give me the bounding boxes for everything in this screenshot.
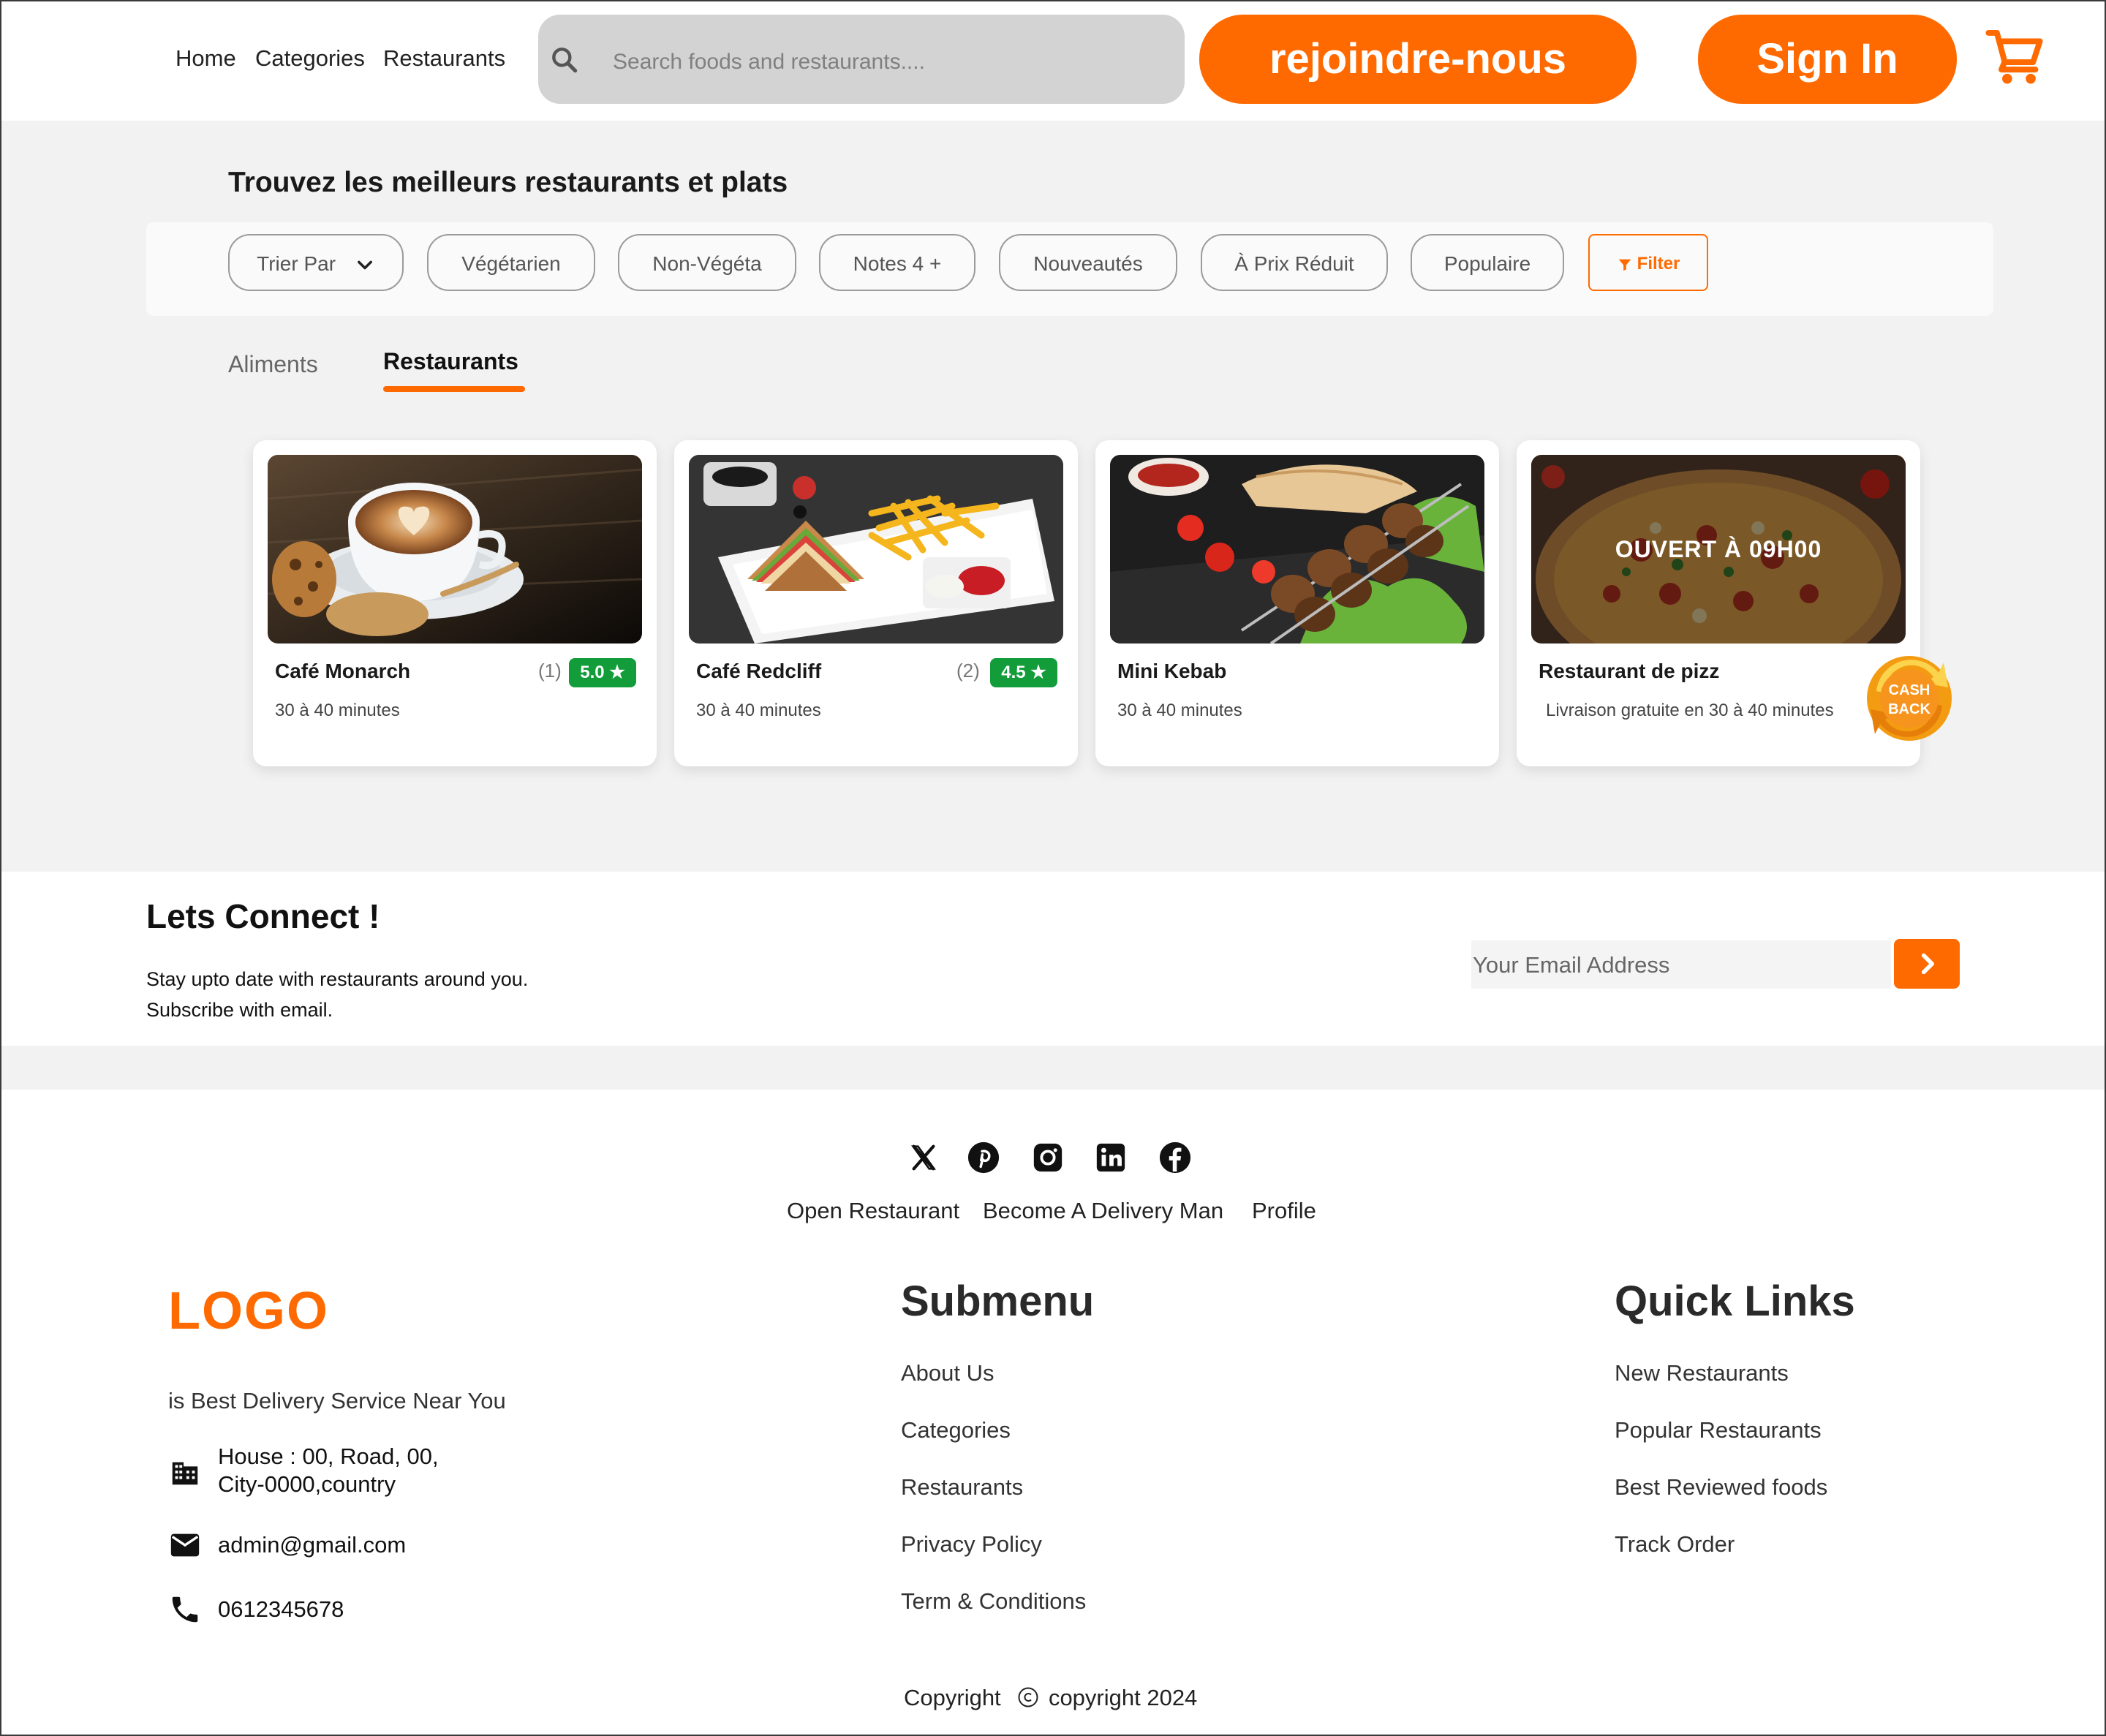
restaurant-photo-sandwich bbox=[689, 455, 1063, 644]
x-icon[interactable] bbox=[907, 1141, 940, 1174]
nav-restaurants[interactable]: Restaurants bbox=[383, 45, 505, 72]
phone-icon bbox=[172, 1596, 198, 1623]
restaurant-photo-kebab bbox=[1110, 455, 1484, 644]
logo[interactable]: LOGO bbox=[168, 1281, 329, 1341]
copyright-icon bbox=[1018, 1687, 1038, 1707]
restaurant-photo-coffee bbox=[268, 455, 642, 644]
restaurant-name: Café Redcliff bbox=[696, 660, 822, 682]
footer-link-profile[interactable]: Profile bbox=[1252, 1198, 1316, 1224]
delivery-time: Livraison gratuite en 30 à 40 minutes bbox=[1546, 701, 1834, 720]
address-line-1: House : 00, Road, 00, bbox=[218, 1443, 439, 1469]
tab-aliments[interactable]: Aliments bbox=[228, 351, 318, 378]
email-icon bbox=[170, 1533, 200, 1557]
search-icon[interactable] bbox=[548, 44, 581, 76]
connect-line-1: Stay upto date with restaurants around y… bbox=[146, 968, 529, 990]
restaurant-card[interactable]: OUVERT À 09H00 Restaurant de pizz Livrai… bbox=[1517, 440, 1920, 766]
submenu-title: Submenu bbox=[901, 1278, 1095, 1325]
email-field[interactable] bbox=[1471, 940, 1884, 990]
submenu-restaurants[interactable]: Restaurants bbox=[901, 1474, 1023, 1501]
address-line-2: City-0000,country bbox=[218, 1471, 396, 1497]
page-title: Trouvez les meilleurs restaurants et pla… bbox=[228, 167, 788, 198]
cashback-text-1: CASH bbox=[1889, 682, 1930, 698]
restaurant-name: Restaurant de pizz bbox=[1539, 660, 1720, 682]
restaurant-card[interactable]: Mini Kebab 30 à 40 minutes bbox=[1095, 440, 1499, 766]
join-button[interactable]: rejoindre-nous bbox=[1199, 15, 1637, 104]
restaurant-card[interactable]: Café Monarch (1) 5.0 ★ 30 à 40 minutes bbox=[253, 440, 657, 766]
tab-restaurants[interactable]: Restaurants bbox=[383, 348, 518, 375]
tagline: is Best Delivery Service Near You bbox=[168, 1388, 506, 1414]
connect-line-2: Subscribe with email. bbox=[146, 999, 333, 1021]
search-input[interactable] bbox=[611, 45, 1170, 79]
submenu-categories[interactable]: Categories bbox=[901, 1417, 1011, 1443]
rating-badge: 5.0 ★ bbox=[569, 658, 636, 687]
copyright-label: Copyright bbox=[904, 1685, 1001, 1710]
opening-time-overlay: OUVERT À 09H00 bbox=[1615, 536, 1822, 562]
connect-title: Lets Connect ! bbox=[146, 897, 380, 935]
chevron-down-icon bbox=[357, 260, 372, 269]
section-divider bbox=[0, 1046, 2106, 1090]
building-icon bbox=[172, 1462, 198, 1485]
chevron-right-icon bbox=[1921, 953, 1934, 975]
filter-chip-popular[interactable]: Populaire bbox=[1411, 234, 1564, 291]
linkedin-icon[interactable] bbox=[1094, 1141, 1128, 1174]
submenu-terms[interactable]: Term & Conditions bbox=[901, 1588, 1086, 1615]
pinterest-icon[interactable] bbox=[967, 1141, 1000, 1174]
delivery-time: 30 à 40 minutes bbox=[1117, 701, 1242, 720]
contact-phone[interactable]: 0612345678 bbox=[218, 1596, 344, 1623]
nav-categories[interactable]: Categories bbox=[255, 45, 365, 72]
restaurant-name: Mini Kebab bbox=[1117, 660, 1227, 682]
quick-link-track[interactable]: Track Order bbox=[1615, 1531, 1735, 1558]
funnel-icon bbox=[1618, 259, 1631, 271]
filter-button-label: Filter bbox=[1637, 254, 1680, 273]
review-count: (2) bbox=[956, 660, 980, 682]
active-tab-indicator bbox=[383, 386, 525, 392]
instagram-icon[interactable] bbox=[1031, 1141, 1065, 1174]
quick-link-reviewed[interactable]: Best Reviewed foods bbox=[1615, 1474, 1827, 1501]
filter-chip-discount[interactable]: À Prix Réduit bbox=[1201, 234, 1388, 291]
address: House : 00, Road, 00, City-0000,country bbox=[218, 1443, 439, 1498]
footer-link-delivery-man[interactable]: Become A Delivery Man bbox=[983, 1198, 1223, 1224]
filter-chip-non-veg[interactable]: Non-Végéta bbox=[618, 234, 796, 291]
sign-in-button[interactable]: Sign In bbox=[1698, 15, 1957, 104]
copyright: Copyright copyright 2024 bbox=[904, 1685, 1197, 1711]
review-count: (1) bbox=[538, 660, 562, 682]
restaurant-name: Café Monarch bbox=[275, 660, 411, 682]
restaurant-photo-pizza: OUVERT À 09H00 bbox=[1531, 455, 1906, 644]
filter-button[interactable]: Filter bbox=[1588, 234, 1708, 291]
quick-links-title: Quick Links bbox=[1615, 1278, 1855, 1325]
copyright-text: copyright 2024 bbox=[1048, 1685, 1198, 1710]
contact-email[interactable]: admin@gmail.com bbox=[218, 1531, 406, 1559]
delivery-time: 30 à 40 minutes bbox=[275, 701, 400, 720]
cart-icon[interactable] bbox=[1985, 26, 2047, 89]
delivery-time: 30 à 40 minutes bbox=[696, 701, 821, 720]
filter-chip-rating[interactable]: Notes 4 + bbox=[819, 234, 975, 291]
facebook-icon[interactable] bbox=[1158, 1141, 1192, 1174]
cashback-badge: CASH BACK bbox=[1867, 656, 1952, 741]
submenu-about[interactable]: About Us bbox=[901, 1360, 994, 1386]
nav-home[interactable]: Home bbox=[176, 45, 236, 72]
restaurant-card[interactable]: Café Redcliff (2) 4.5 ★ 30 à 40 minutes bbox=[674, 440, 1078, 766]
sort-dropdown[interactable]: Trier Par bbox=[228, 234, 404, 291]
filter-chip-vegetarian[interactable]: Végétarien bbox=[427, 234, 595, 291]
filter-chip-new[interactable]: Nouveautés bbox=[999, 234, 1177, 291]
connect-description: Stay upto date with restaurants around y… bbox=[146, 964, 528, 1025]
submenu-privacy[interactable]: Privacy Policy bbox=[901, 1531, 1042, 1558]
footer-link-open-restaurant[interactable]: Open Restaurant bbox=[787, 1198, 959, 1224]
sort-label: Trier Par bbox=[257, 252, 336, 275]
quick-link-new[interactable]: New Restaurants bbox=[1615, 1360, 1789, 1386]
subscribe-button[interactable] bbox=[1894, 939, 1960, 989]
quick-link-popular[interactable]: Popular Restaurants bbox=[1615, 1417, 1822, 1443]
cashback-text-2: BACK bbox=[1888, 701, 1930, 717]
rating-badge: 4.5 ★ bbox=[990, 658, 1057, 687]
